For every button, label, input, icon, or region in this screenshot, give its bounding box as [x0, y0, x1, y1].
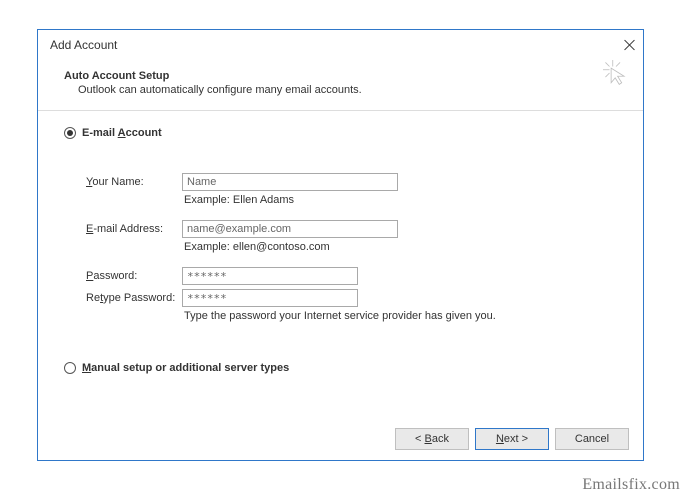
- window-title: Add Account: [50, 38, 117, 52]
- radio-manual-label: Manual setup or additional server types: [82, 362, 289, 374]
- input-name[interactable]: [182, 173, 398, 191]
- row-password: Password:: [86, 267, 617, 285]
- radio-email-account-label: E-mail Account: [82, 127, 162, 139]
- hint-password: Type the password your Internet service …: [184, 310, 617, 322]
- cancel-button[interactable]: Cancel: [555, 428, 629, 450]
- header-title: Auto Account Setup: [64, 70, 619, 82]
- row-retype: Retype Password:: [86, 289, 617, 307]
- input-email[interactable]: [182, 220, 398, 238]
- wizard-body: E-mail Account Your Name: Example: Ellen…: [38, 111, 643, 374]
- watermark: Emailsfix.com: [582, 476, 680, 494]
- cursor-sparkle-icon: [603, 60, 629, 86]
- add-account-dialog: Add Account Auto Account Setup Outlook c…: [37, 29, 644, 461]
- input-retype-password[interactable]: [182, 289, 358, 307]
- radio-manual-setup[interactable]: Manual setup or additional server types: [64, 362, 617, 374]
- next-button[interactable]: Next >: [475, 428, 549, 450]
- label-email: E-mail Address:: [86, 223, 182, 235]
- label-password: Password:: [86, 270, 182, 282]
- back-button[interactable]: < Back: [395, 428, 469, 450]
- radio-icon: [64, 362, 76, 374]
- label-retype: Retype Password:: [86, 292, 182, 304]
- wizard-header: Auto Account Setup Outlook can automatic…: [38, 56, 643, 96]
- titlebar: Add Account: [38, 30, 643, 56]
- label-name: Your Name:: [86, 176, 182, 188]
- close-icon[interactable]: [623, 39, 635, 51]
- radio-icon: [64, 127, 76, 139]
- row-email: E-mail Address:: [86, 220, 617, 238]
- input-password[interactable]: [182, 267, 358, 285]
- header-subtitle: Outlook can automatically configure many…: [64, 84, 619, 96]
- hint-email: Example: ellen@contoso.com: [184, 241, 617, 253]
- hint-name: Example: Ellen Adams: [184, 194, 617, 206]
- row-name: Your Name:: [86, 173, 617, 191]
- radio-email-account[interactable]: E-mail Account: [64, 127, 617, 139]
- wizard-footer: < Back Next > Cancel: [395, 428, 629, 450]
- account-form: Your Name: Example: Ellen Adams E-mail A…: [64, 173, 617, 322]
